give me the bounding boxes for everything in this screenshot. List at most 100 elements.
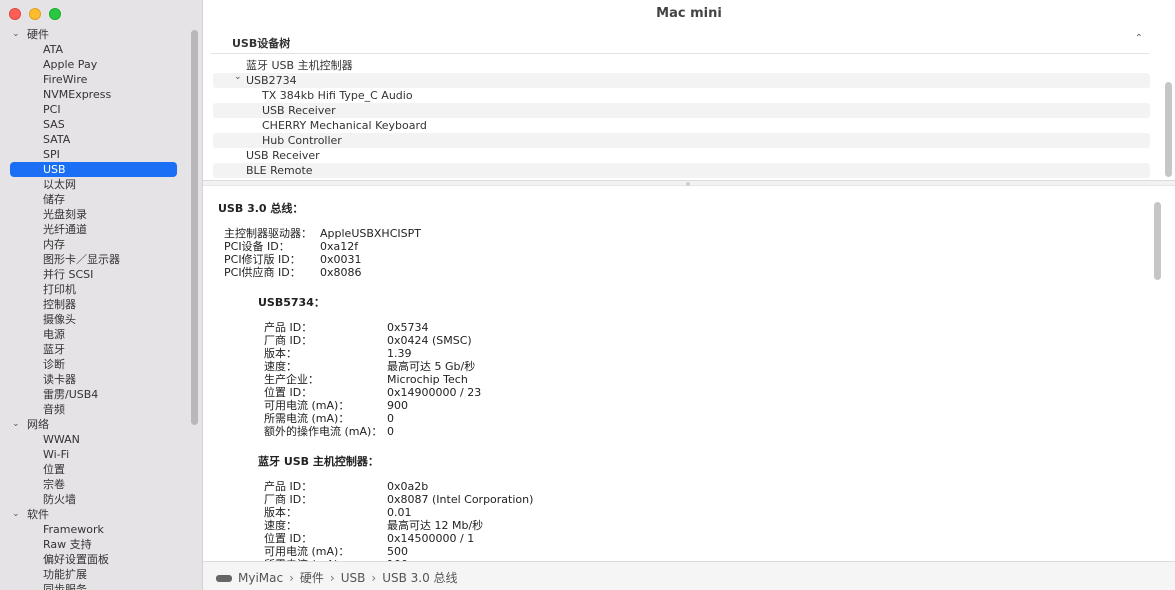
property-value: 0x8087 (Intel Corporation) [387,493,534,506]
minimize-button[interactable] [29,8,41,20]
property-key: 版本： [264,506,297,519]
sidebar-item[interactable]: 防火墙 [0,492,190,507]
property-value: 最高可达 5 Gb/秒 [387,360,476,373]
breadcrumb-item[interactable]: MyiMac [238,571,283,585]
sidebar-item[interactable]: 诊断 [0,357,190,372]
sidebar-item[interactable]: FireWire [0,72,190,87]
chevron-down-icon[interactable]: ⌄ [12,507,20,522]
device-tree-row[interactable]: ⌄ USB2734 [213,70,1150,88]
property-value: 0x14500000 / 1 [387,532,475,545]
sidebar-item[interactable]: 打印机 [0,282,190,297]
breadcrumb-item[interactable]: USB [341,571,366,585]
sidebar-item[interactable]: 图形卡／显示器 [0,252,190,267]
sidebar-group-label: 软件 [27,508,49,521]
device-tree-row[interactable]: Hub Controller [213,133,1150,148]
zoom-button[interactable] [49,8,61,20]
property-value: 最高可达 12 Mb/秒 [387,519,484,532]
sidebar-item[interactable]: NVMExpress [0,87,190,102]
sidebar-item[interactable]: 偏好设置面板 [0,552,190,567]
close-button[interactable] [9,8,21,20]
sidebar-group[interactable]: ⌄ 网络 [0,417,190,432]
sidebar-item[interactable]: 音频 [0,402,190,417]
chevron-down-icon[interactable]: ⌄ [12,27,20,42]
breadcrumb: MyiMac › 硬件 › USB › USB 3.0 总线 [216,569,458,586]
path-bar: MyiMac › 硬件 › USB › USB 3.0 总线 [203,561,1175,590]
property-key: 产品 ID： [264,480,313,493]
breadcrumb-item[interactable]: USB 3.0 总线 [382,569,457,586]
device-tree-row-label: TX 384kb Hifi Type_C Audio [262,89,413,102]
property-value: 0.01 [387,506,412,519]
device-tree-header-label: USB设备树 [232,37,291,50]
device-tree-row[interactable]: BLE Remote [213,163,1150,178]
sidebar-item[interactable]: SAS [0,117,190,132]
sidebar-item[interactable]: 以太网 [0,177,190,192]
chevron-right-icon: › [329,570,335,585]
sidebar-item[interactable]: 储存 [0,192,190,207]
sidebar-item[interactable]: 同步服务 [0,582,190,590]
device-tree-row[interactable]: CHERRY Mechanical Keyboard [213,118,1150,133]
device-tree-row-label: 蓝牙 USB 主机控制器 [246,59,353,72]
property-key: 产品 ID： [264,321,313,334]
sidebar-item[interactable]: 摄像头 [0,312,190,327]
detail-scrollbar[interactable] [1154,202,1161,280]
sidebar-item[interactable]: WWAN [0,432,190,447]
property-key: 位置 ID： [264,386,313,399]
sidebar-group[interactable]: ⌄ 软件 [0,507,190,522]
device-tree-row[interactable]: TX 384kb Hifi Type_C Audio [213,88,1150,103]
sidebar-scrollbar[interactable] [191,30,198,425]
device-tree-list: 蓝牙 USB 主机控制器 ⌄ USB2734 TX 384kb Hifi Type_C… [203,56,1163,179]
chevron-down-icon[interactable]: ⌄ [234,70,242,85]
sidebar-tree: ⌄ 硬件 ATA Apple Pay FireWire NVMExpress PCI SAS S… [0,27,190,590]
sidebar-item[interactable]: SATA [0,132,190,147]
sidebar-item[interactable]: Wi-Fi [0,447,190,462]
sidebar-item[interactable]: SPI [0,147,190,162]
property-key: 厂商 ID： [264,493,313,506]
sidebar-item[interactable]: 电源 [0,327,190,342]
device-tree-row-label: USB Receiver [246,149,320,162]
property-key: PCI修订版 ID： [224,253,301,266]
sidebar-item[interactable]: 内存 [0,237,190,252]
chevron-right-icon: › [289,570,294,585]
device-title: USB5734： [258,296,325,309]
sidebar-item[interactable]: ATA [0,42,190,57]
sidebar-item[interactable]: 读卡器 [0,372,190,387]
sidebar-item[interactable]: Framework [0,522,190,537]
property-value: AppleUSBXHCISPT [320,227,421,240]
sidebar-item[interactable]: USB [10,162,177,177]
breadcrumb-item[interactable]: 硬件 [300,569,324,586]
system-information-window: ⌄ 硬件 ATA Apple Pay FireWire NVMExpress PCI SAS S… [0,0,1175,590]
device-tree-row[interactable]: USB Receiver [213,148,1150,163]
property-key: 位置 ID： [264,532,313,545]
chevron-up-icon[interactable]: ⌃ [1135,33,1143,44]
sidebar-group[interactable]: ⌄ 硬件 [0,27,190,42]
property-value: 0 [387,412,394,425]
property-value: 900 [387,399,408,412]
divider-handle-icon[interactable] [686,182,690,186]
sidebar-item[interactable]: 位置 [0,462,190,477]
sidebar-item[interactable]: 并行 SCSI [0,267,190,282]
split-divider[interactable] [203,180,1175,186]
sidebar-item[interactable]: 光纤通道 [0,222,190,237]
sidebar-item[interactable]: 功能扩展 [0,567,190,582]
sidebar-item[interactable]: PCI [0,102,190,117]
sidebar-item[interactable]: 蓝牙 [0,342,190,357]
sidebar-item[interactable]: 雷雳/USB4 [0,387,190,402]
property-value: 0x0031 [320,253,362,266]
device-tree-scrollbar[interactable] [1165,82,1172,177]
property-key: 可用电流 (mA)： [264,399,350,412]
property-value: 0 [387,425,394,438]
property-key: 额外的操作电流 (mA)： [264,425,383,438]
property-key: 厂商 ID： [264,334,313,347]
device-tree-row[interactable]: USB Receiver [213,103,1150,118]
device-tree-row[interactable]: 蓝牙 USB 主机控制器 [213,58,1150,73]
property-key: 主控制器驱动器： [224,227,312,240]
sidebar-item[interactable]: 光盘刻录 [0,207,190,222]
property-key: 可用电流 (mA)： [264,545,350,558]
device-tree-header[interactable]: USB设备树 ⌃ [211,29,1149,54]
chevron-down-icon[interactable]: ⌄ [12,417,20,432]
sidebar-item[interactable]: Apple Pay [0,57,190,72]
sidebar-item[interactable]: Raw 支持 [0,537,190,552]
sidebar-item[interactable]: 宗卷 [0,477,190,492]
sidebar-item[interactable]: 控制器 [0,297,190,312]
device-tree-row-label: CHERRY Mechanical Keyboard [262,119,427,132]
